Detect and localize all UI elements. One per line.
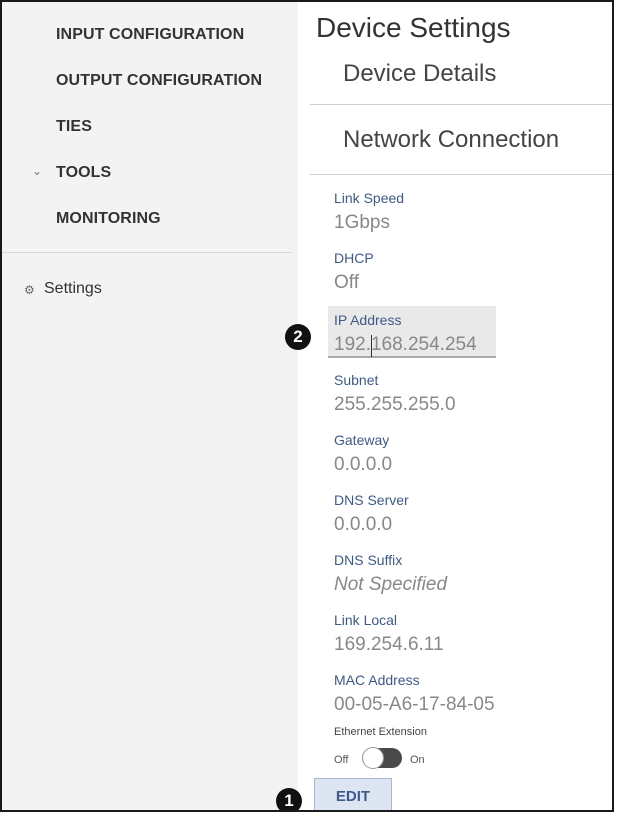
dhcp-value: Off (334, 272, 359, 293)
ethernet-extension-label: Ethernet Extension (334, 726, 427, 738)
page-title: Device Settings (316, 12, 511, 43)
gateway-value: 0.0.0.0 (334, 454, 393, 475)
gear-icon: ⚙ (24, 283, 35, 297)
sidebar-item-tools[interactable]: TOOLS (56, 164, 111, 182)
dns-server-value: 0.0.0.0 (334, 514, 393, 535)
link-speed-label: Link Speed (334, 190, 405, 206)
mac-address-label: MAC Address (334, 672, 420, 688)
ip-address-value: 192.168.254.254 (334, 334, 477, 355)
link-local-value: 169.254.6.11 (334, 634, 444, 655)
sidebar-item-monitoring[interactable]: MONITORING (56, 210, 161, 228)
subnet-label: Subnet (334, 372, 379, 388)
section-divider (310, 104, 612, 105)
link-speed-value: 1Gbps (334, 212, 390, 233)
dhcp-label: DHCP (334, 250, 374, 266)
sidebar-item-input-configuration[interactable]: INPUT CONFIGURATION (56, 26, 244, 44)
sidebar-item-output-configuration[interactable]: OUTPUT CONFIGURATION (56, 72, 262, 90)
link-local-label: Link Local (334, 612, 398, 628)
dns-suffix-value: Not Specified (334, 574, 448, 595)
section-network-connection[interactable]: Network Connection (343, 126, 559, 154)
subnet-value: 255.255.255.0 (334, 394, 456, 415)
edit-button[interactable]: EDIT (314, 778, 392, 810)
toggle-knob (362, 747, 384, 769)
app-frame: INPUT CONFIGURATION OUTPUT CONFIGURATION… (0, 0, 614, 812)
sidebar-item-settings-label: Settings (44, 280, 102, 297)
toggle-off-label: Off (334, 754, 349, 766)
section-divider (310, 174, 612, 175)
section-device-details[interactable]: Device Details (343, 60, 496, 88)
ethernet-extension-toggle[interactable] (362, 747, 402, 769)
text-cursor (371, 335, 372, 357)
dns-suffix-label: DNS Suffix (334, 552, 403, 568)
dns-server-label: DNS Server (334, 492, 409, 508)
chevron-down-icon[interactable]: ⌄ (32, 164, 42, 178)
callout-2-badge: 2 (285, 324, 311, 350)
sidebar-divider (2, 252, 292, 253)
callout-1-badge: 1 (276, 788, 302, 810)
sidebar-item-ties[interactable]: TIES (56, 118, 92, 136)
sidebar: INPUT CONFIGURATION OUTPUT CONFIGURATION… (2, 2, 298, 810)
sidebar-item-settings[interactable]: ⚙ Settings (24, 280, 102, 298)
ip-address-label: IP Address (334, 312, 402, 328)
gateway-label: Gateway (334, 432, 390, 448)
mac-address-value: 00-05-A6-17-84-05 (334, 694, 495, 715)
toggle-on-label: On (410, 754, 425, 766)
main-panel: Device Settings Device Details Network C… (298, 2, 612, 810)
